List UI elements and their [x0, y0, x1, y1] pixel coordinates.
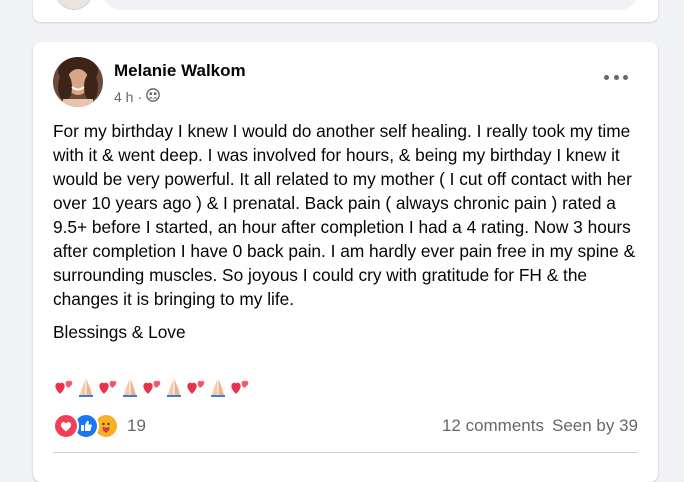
meta-separator: · — [137, 88, 143, 105]
seen-by-link[interactable]: Seen by 39 — [552, 416, 638, 436]
author-name[interactable]: Melanie Walkom — [114, 61, 246, 81]
folded-hands-icon — [207, 376, 229, 398]
post-timestamp[interactable]: 4 h — [114, 89, 133, 105]
group-audience-icon[interactable] — [146, 88, 160, 105]
post-card: Melanie Walkom 4 h · For my birthday I k… — [33, 42, 658, 482]
reactions-summary: 19 — [53, 412, 146, 440]
action-divider — [53, 452, 638, 453]
emoji-row — [53, 376, 251, 398]
current-user-avatar[interactable] — [55, 0, 93, 10]
previous-post-card — [33, 0, 658, 22]
two-hearts-icon — [141, 376, 163, 398]
reaction-count[interactable]: 19 — [127, 416, 146, 436]
folded-hands-icon — [119, 376, 141, 398]
comments-count-link[interactable]: 12 comments — [442, 416, 544, 436]
post-meta: 4 h · — [114, 88, 160, 105]
more-options-icon[interactable] — [604, 69, 628, 85]
post-stats: 12 comments Seen by 39 — [442, 416, 638, 436]
comment-input-partial[interactable] — [103, 0, 638, 10]
folded-hands-icon — [163, 376, 185, 398]
reaction-icons[interactable] — [53, 413, 119, 439]
post-body: For my birthday I knew I would do anothe… — [53, 119, 643, 344]
love-reaction-icon — [53, 413, 79, 439]
folded-hands-icon — [75, 376, 97, 398]
two-hearts-icon — [185, 376, 207, 398]
post-signoff: Blessings & Love — [53, 322, 186, 342]
author-avatar[interactable] — [53, 57, 103, 107]
two-hearts-icon — [53, 376, 75, 398]
post-paragraph: For my birthday I knew I would do anothe… — [53, 121, 636, 309]
two-hearts-icon — [229, 376, 251, 398]
two-hearts-icon — [97, 376, 119, 398]
